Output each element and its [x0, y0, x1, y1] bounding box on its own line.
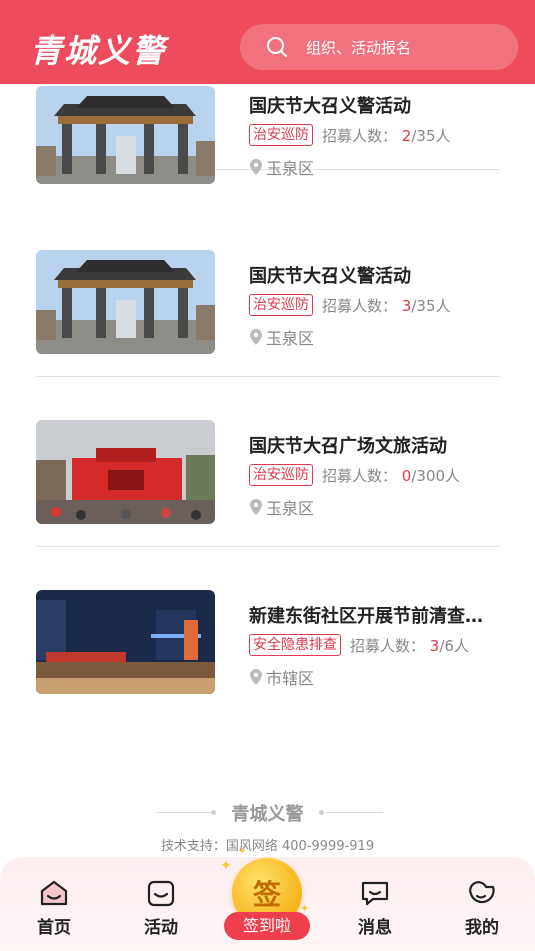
divider-dot	[319, 810, 324, 815]
location-text: 市辖区	[266, 669, 315, 688]
activity-thumbnail-night	[36, 590, 215, 694]
tab-home[interactable]: 首页	[19, 877, 89, 938]
activity-thumbnail-gate	[36, 250, 215, 354]
activity-title: 国庆节大召广场文旅活动	[249, 436, 447, 457]
activity-item[interactable]: 国庆节大召义警活动 治安巡防 招募人数： 3/35人 玉泉区	[36, 206, 500, 377]
location-text: 玉泉区	[266, 159, 315, 178]
recruit-label: 招募人数：	[350, 637, 426, 655]
sparkle-icon: ✦	[220, 858, 232, 874]
sign-in-glyph: 签	[252, 878, 281, 911]
activity-tag: 安全隐患排查	[249, 634, 341, 656]
recruit-enrolled: 0	[401, 467, 412, 485]
tab-message-label: 消息	[358, 918, 392, 938]
header-bar: 青城义警 组织、活动报名	[0, 0, 535, 84]
activity-item[interactable]: 国庆节大召广场文旅活动 治安巡防 招募人数： 0/300人 玉泉区	[36, 377, 500, 547]
recruit-total: /300人	[411, 467, 461, 485]
location-pin-icon	[250, 669, 262, 685]
recruit-count: 招募人数： 3/6人	[350, 635, 469, 656]
tab-message[interactable]: 消息	[340, 877, 410, 938]
recruit-enrolled: 2	[401, 127, 412, 145]
profile-icon	[469, 881, 495, 904]
recruit-label: 招募人数：	[322, 467, 398, 485]
sparkle-icon: ✦	[238, 846, 247, 857]
recruit-count: 招募人数： 0/300人	[322, 465, 460, 486]
activity-location: 玉泉区	[249, 495, 314, 519]
tab-activity-label: 活动	[144, 918, 178, 938]
tab-activity[interactable]: 活动	[126, 877, 196, 938]
recruit-count: 招募人数： 3/35人	[322, 295, 451, 316]
message-icon	[361, 881, 389, 906]
location-pin-icon	[250, 329, 262, 345]
activity-title: 国庆节大召义警活动	[249, 96, 411, 117]
tab-mine-label: 我的	[465, 918, 499, 938]
location-text: 玉泉区	[266, 499, 315, 518]
activity-thumbnail-stage	[36, 420, 215, 524]
recruit-total: /6人	[439, 637, 469, 655]
home-icon	[40, 880, 68, 906]
activity-location: 市辖区	[249, 665, 314, 689]
footer-brand: 青城义警	[231, 804, 304, 825]
activity-icon	[147, 880, 175, 907]
divider	[325, 812, 383, 813]
activity-title: 新建东街社区开展节前清查…	[249, 606, 483, 627]
activity-tag: 治安巡防	[249, 294, 313, 316]
recruit-label: 招募人数：	[322, 127, 398, 145]
activity-location: 玉泉区	[249, 155, 314, 179]
search-icon	[267, 37, 287, 57]
search-bar[interactable]: 组织、活动报名	[240, 24, 518, 70]
activity-tag: 治安巡防	[249, 464, 313, 486]
recruit-enrolled: 3	[401, 297, 412, 315]
sign-in-label[interactable]: 签到啦	[224, 912, 310, 940]
activity-item[interactable]: 新建东街社区开展节前清查… 安全隐患排查 招募人数： 3/6人 市辖区	[36, 547, 500, 717]
recruit-label: 招募人数：	[322, 297, 398, 315]
app-logo: 青城义警	[30, 32, 167, 70]
tech-support: 技术支持：国风网络 400-9999-919	[160, 839, 375, 854]
recruit-total: /35人	[411, 127, 451, 145]
search-placeholder: 组织、活动报名	[306, 39, 412, 57]
tab-home-label: 首页	[37, 918, 71, 938]
activity-title: 国庆节大召义警活动	[249, 266, 411, 287]
activity-tag: 治安巡防	[249, 124, 313, 146]
tab-mine[interactable]: 我的	[447, 877, 517, 938]
recruit-enrolled: 3	[429, 637, 440, 655]
location-pin-icon	[250, 159, 262, 175]
location-text: 玉泉区	[266, 329, 315, 348]
activity-thumbnail-gate	[36, 86, 215, 184]
location-pin-icon	[250, 499, 262, 515]
activity-location: 玉泉区	[249, 325, 314, 349]
recruit-count: 招募人数： 2/35人	[322, 125, 451, 146]
recruit-total: /35人	[411, 297, 451, 315]
